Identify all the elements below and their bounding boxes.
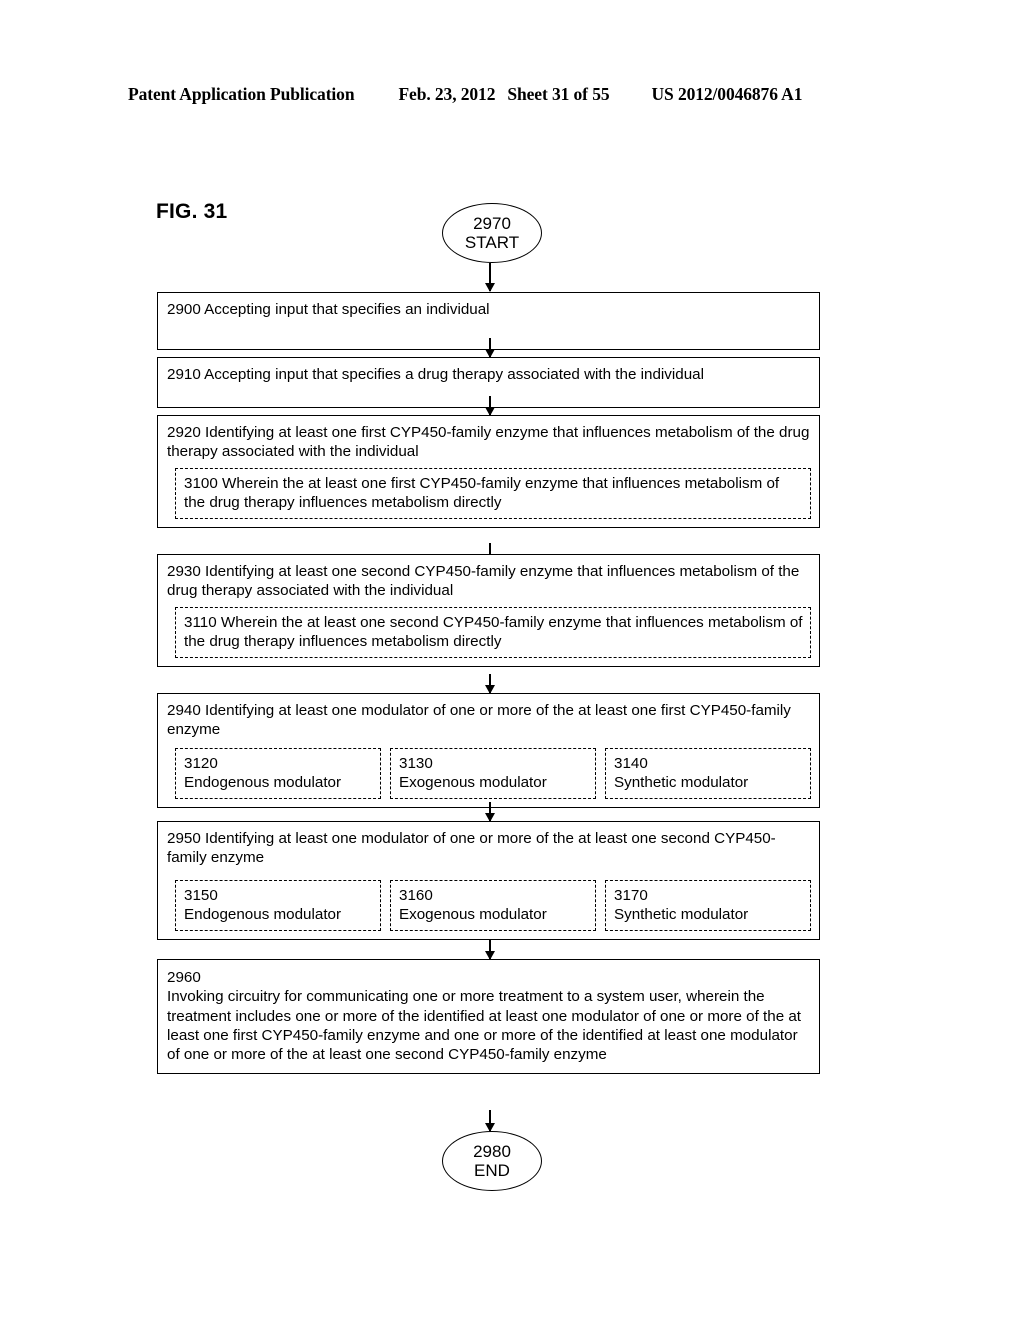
connector-arrow-2910-to-2920 — [485, 396, 495, 416]
flow-substep-3140: 3140 Synthetic modulator — [605, 747, 811, 800]
flow-substep-3170-number: 3170 — [614, 886, 648, 904]
figure-label: FIG. 31 — [156, 200, 228, 223]
flow-substep-3120-number: 3120 — [184, 754, 218, 772]
publication-header: Patent Application Publication Feb. 23, … — [128, 84, 896, 110]
flow-step-2960: 2960 Invoking circuitry for communicatin… — [157, 959, 820, 1075]
publication-date: Feb. 23, 2012 — [398, 84, 496, 104]
flow-end-number: 2980 — [473, 1141, 511, 1161]
flow-substep-3140-number: 3140 — [614, 754, 648, 772]
flow-end-label: END — [474, 1161, 510, 1180]
flow-substep-3120-label: Endogenous modulator — [184, 774, 342, 792]
flow-substep-3150-number: 3150 — [184, 886, 218, 904]
connector-arrow-2930-to-2940 — [485, 674, 495, 694]
patent-figure-page: Patent Application Publication Feb. 23, … — [0, 0, 1024, 1320]
flow-substep-3120: 3120 Endogenous modulator — [175, 747, 381, 800]
flow-step-2950: 2950 Identifying at least one modulator … — [157, 821, 820, 941]
flow-substep-3130: 3130 Exogenous modulator — [390, 747, 596, 800]
flow-end-terminator: 2980 END — [442, 1131, 542, 1191]
flow-substep-3160-label: Exogenous modulator — [399, 906, 547, 924]
connector-arrow-start-to-2900 — [485, 263, 495, 292]
flow-substep-3150: 3150 Endogenous modulator — [175, 879, 381, 932]
publication-number: US 2012/0046876 A1 — [651, 84, 803, 104]
flow-substep-3130-label: Exogenous modulator — [399, 774, 547, 792]
flow-step-2930: 2930 Identifying at least one second CYP… — [157, 554, 820, 668]
flow-step-2940: 2940 Identifying at least one modulator … — [157, 693, 820, 809]
flow-substep-3150-label: Endogenous modulator — [184, 906, 342, 924]
flow-step-2910-text: 2910 Accepting input that specifies a dr… — [167, 366, 704, 383]
flow-substep-3160-number: 3160 — [399, 886, 433, 904]
flow-step-2940-text: 2940 Identifying at least one modulator … — [167, 702, 791, 739]
flow-substep-3170: 3170 Synthetic modulator — [605, 879, 811, 932]
connector-arrow-2960-to-end — [485, 1110, 495, 1132]
publication-title: Patent Application Publication — [128, 84, 355, 104]
connector-arrow-2940-to-2950 — [485, 802, 495, 822]
flow-substep-row-2950: 3150 Endogenous modulator 3160 Exogenous… — [175, 879, 811, 932]
flow-step-2930-text: 2930 Identifying at least one second CYP… — [167, 563, 800, 600]
flow-substep-3100: 3100 Wherein the at least one first CYP4… — [175, 467, 811, 520]
flow-step-2920-text: 2920 Identifying at least one first CYP4… — [167, 424, 810, 461]
flow-substep-3130-number: 3130 — [399, 754, 433, 772]
flow-step-2900-text: 2900 Accepting input that specifies an i… — [167, 301, 490, 318]
flow-step-2960-text: 2960 Invoking circuitry for communicatin… — [167, 969, 802, 1064]
flow-substep-3160: 3160 Exogenous modulator — [390, 879, 596, 932]
connector-arrow-2900-to-2910 — [485, 338, 495, 358]
flow-step-2920: 2920 Identifying at least one first CYP4… — [157, 415, 820, 529]
flow-start-label: START — [464, 233, 520, 252]
flow-start-number: 2970 — [473, 213, 511, 233]
flow-substep-3140-label: Synthetic modulator — [614, 774, 749, 792]
connector-arrow-2950-to-2960 — [485, 940, 495, 960]
sheet-number: Sheet 31 of 55 — [507, 84, 610, 104]
flow-start-terminator: 2970 START — [442, 203, 542, 263]
flow-substep-row-2940: 3120 Endogenous modulator 3130 Exogenous… — [175, 747, 811, 800]
flow-substep-3110: 3110 Wherein the at least one second CYP… — [175, 606, 811, 659]
flow-step-2950-text: 2950 Identifying at least one modulator … — [167, 830, 776, 867]
flow-substep-3170-label: Synthetic modulator — [614, 906, 749, 924]
